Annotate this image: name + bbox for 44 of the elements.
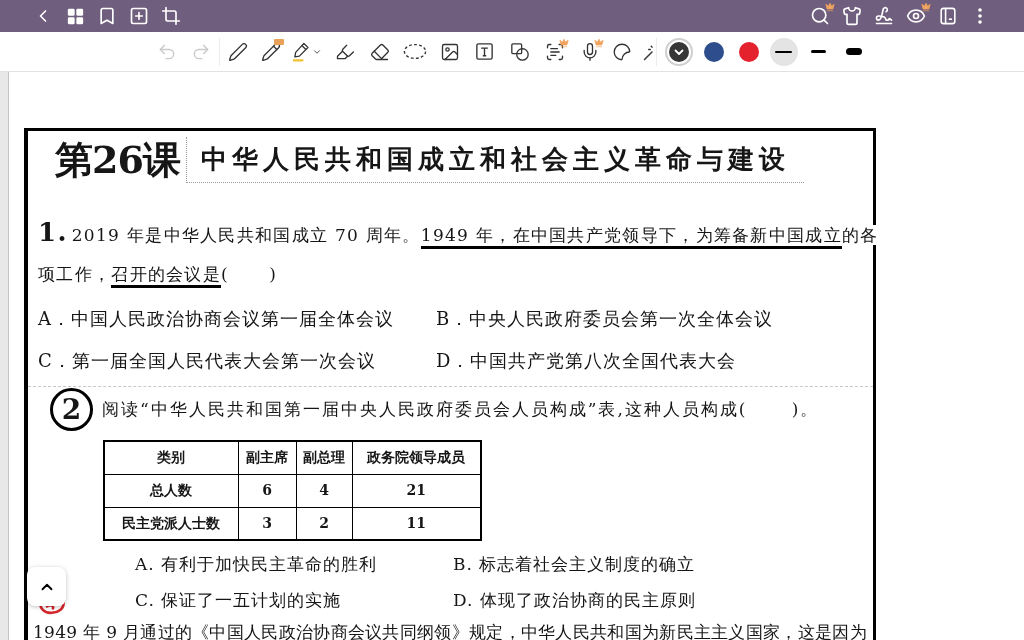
text-box-icon <box>476 43 493 60</box>
answer-option: C．第一届全国人民代表大会第一次会议 <box>38 348 376 374</box>
answer-option: A. 有利于加快民主革命的胜利 <box>135 551 378 577</box>
eraser-icon <box>369 41 390 62</box>
answer-option: D．中国共产党第八次全国代表大会 <box>436 348 737 374</box>
answer-option: A．中国人民政治协商会议第一届全体会议 <box>38 306 394 332</box>
bookmark-icon <box>97 6 117 26</box>
panel-icon <box>940 7 956 25</box>
grid-icon <box>66 7 84 25</box>
stroke-width-button[interactable] <box>769 37 798 66</box>
question-stem: 1.2019 年是中华人民共和国成立 70 周年。1949 年，在中国共产党领导下，为筹备新中国成立的各 项工作，召开的会议是( ) <box>38 217 879 289</box>
more-icon <box>978 8 982 24</box>
answer-option: B. 标志着社会主义制度的确立 <box>453 551 696 577</box>
answer-option: B．中央人民政府委员会第一次全体会议 <box>436 306 774 332</box>
table-cell: 4 <box>296 474 352 507</box>
signature-icon <box>874 6 894 26</box>
plus-square-icon <box>129 6 149 26</box>
table-cell: 6 <box>238 474 296 507</box>
scan-text-icon <box>544 41 565 62</box>
sticker-icon <box>613 42 631 61</box>
table-header-cell: 副主席 <box>238 441 296 474</box>
image-icon <box>439 41 460 62</box>
shapes-icon <box>510 42 529 61</box>
stroke-width-icon <box>811 50 826 53</box>
table-header-cell: 类别 <box>104 441 238 474</box>
question-stem: 1949 年 9 月通过的《中国人民政治协商会议共同纲领》规定，中华人民共和国为新民主主义国家，这是因为 <box>33 623 867 640</box>
stroke-width-icon <box>845 48 862 55</box>
crop-icon <box>161 6 181 26</box>
answer-option: D. 体现了政治协商的民主原则 <box>453 587 696 613</box>
search-icon <box>810 6 830 26</box>
highlight-pen-icon <box>292 41 310 62</box>
stroke-width-icon <box>775 50 792 53</box>
scroll-top-button[interactable] <box>27 567 66 606</box>
lesson-number: 第26课 <box>55 141 180 179</box>
lesson-title: 中华人民共和国成立和社会主义革命与建设 <box>185 137 804 183</box>
table-cell: 总人数 <box>104 474 238 507</box>
table-header-cell: 副总理 <box>296 441 352 474</box>
answer-option: C. 保证了一五计划的实施 <box>135 587 342 613</box>
eye-icon <box>906 6 926 26</box>
pen-icon <box>227 41 248 62</box>
question-stem: 阅读“中华人民共和国第一届中央人民政府委员会人员构成”表,这种人员构成( )。 <box>102 397 820 421</box>
shirt-icon <box>842 6 862 26</box>
lasso-icon <box>402 43 427 60</box>
question-number: 2 <box>50 388 93 431</box>
